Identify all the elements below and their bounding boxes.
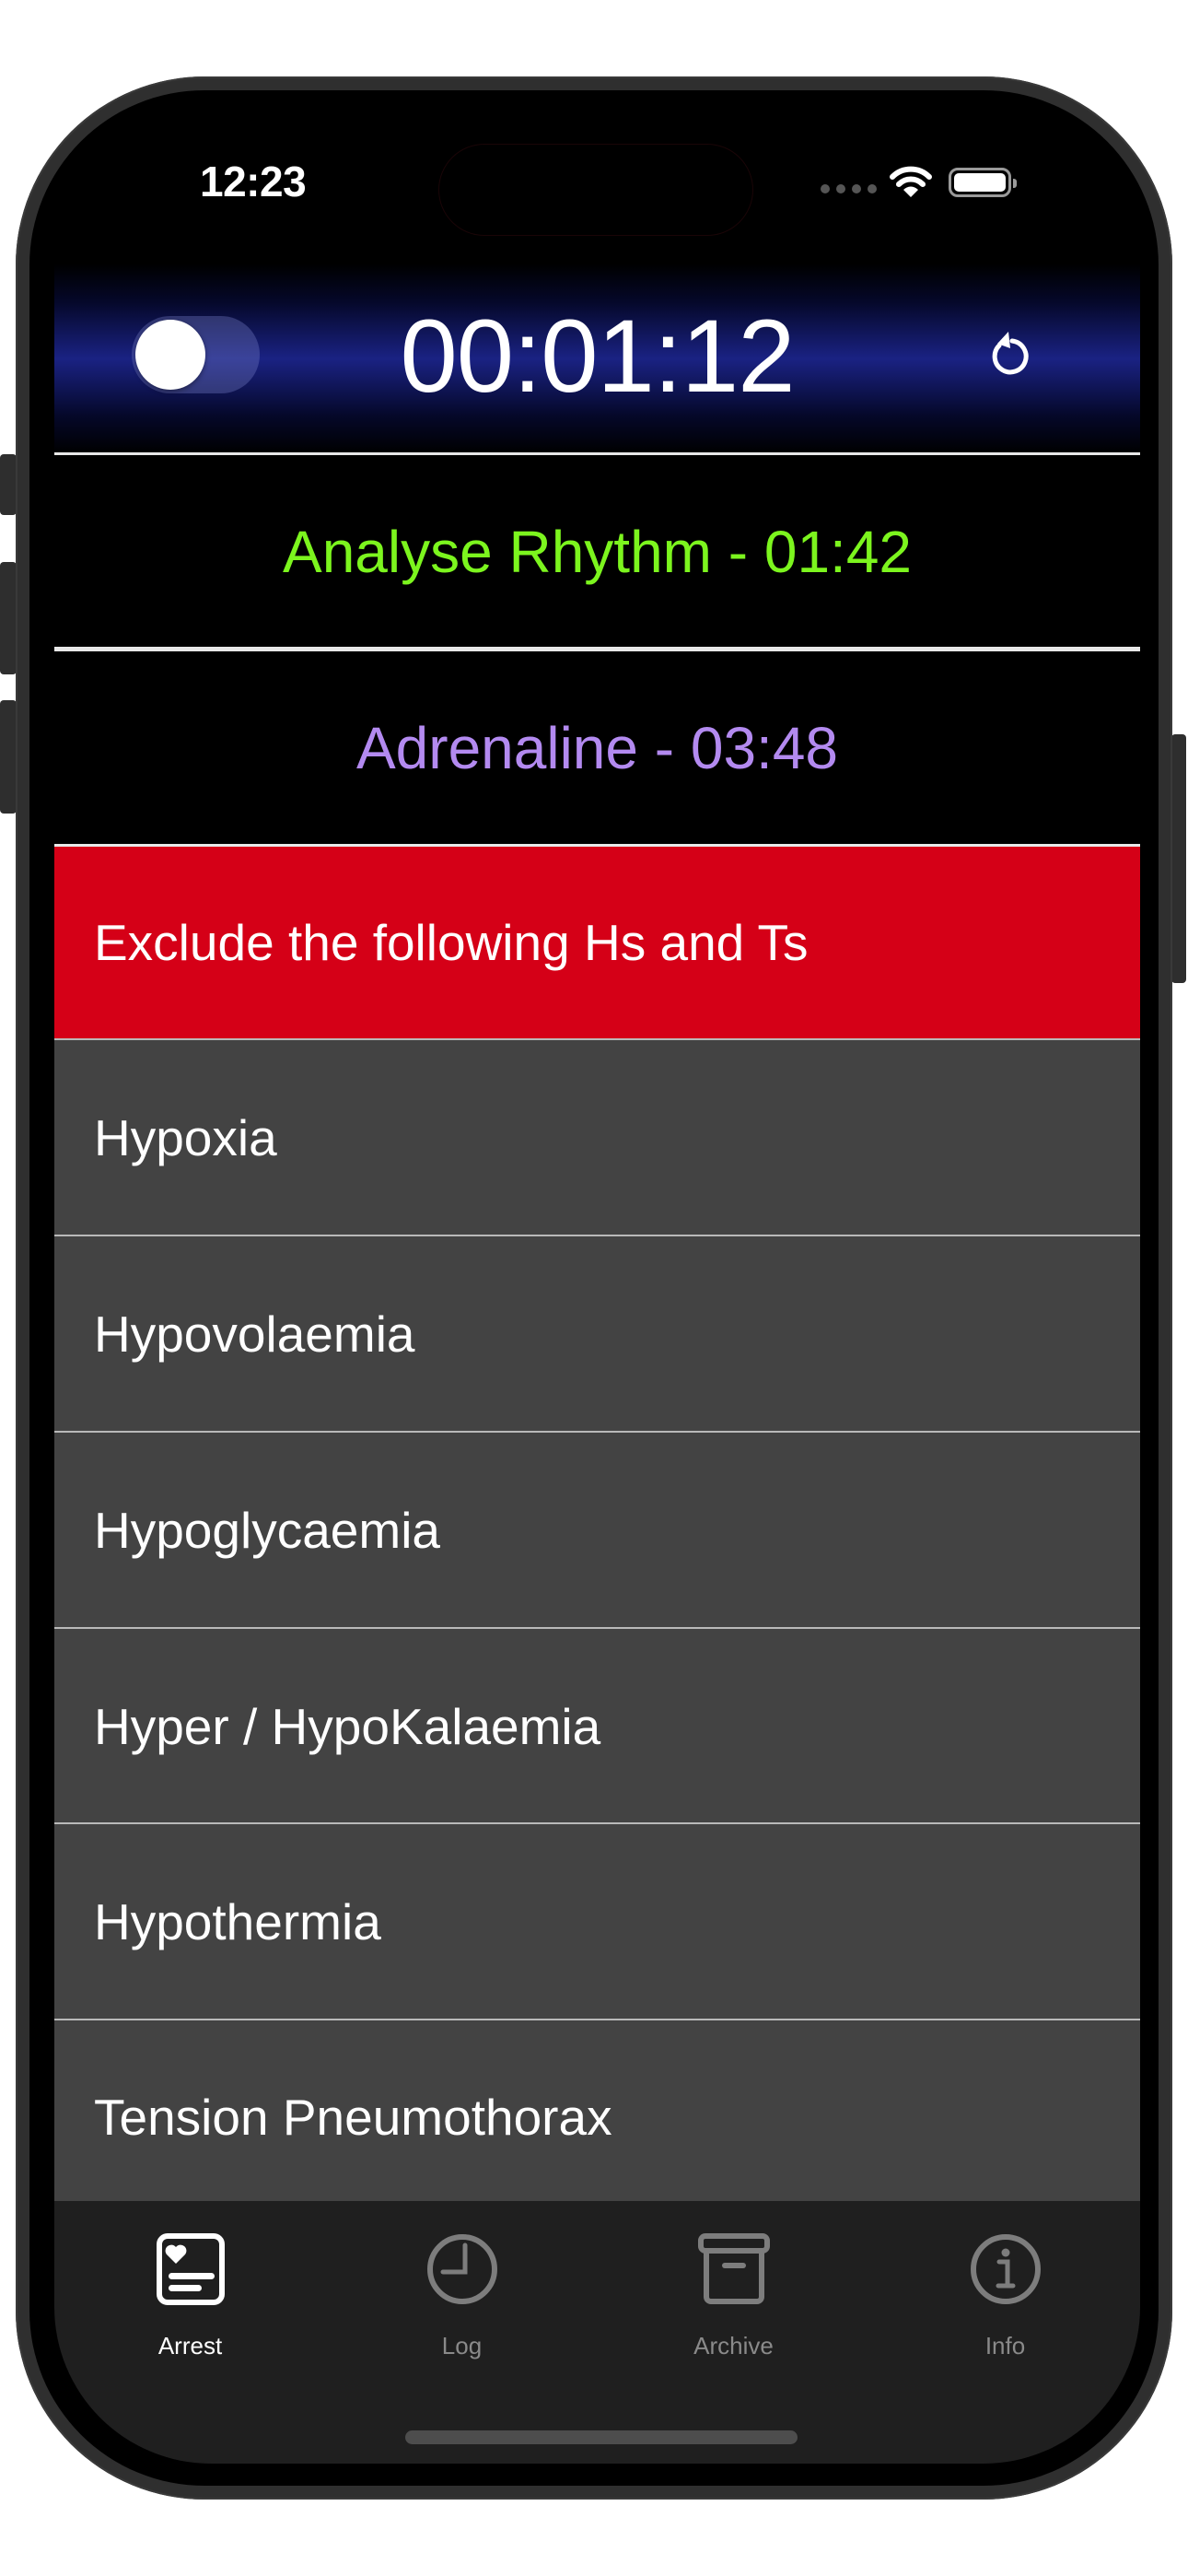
info-circle-icon [970, 2234, 1041, 2304]
list-item-hyper-hypokalaemia[interactable]: Hyper / HypoKalaemia [54, 1629, 1140, 1823]
battery-full-icon [949, 168, 1017, 197]
tab-archive[interactable]: Archive [598, 2201, 869, 2385]
hs-ts-header-label: Exclude the following Hs and Ts [94, 914, 809, 971]
volume-up-button [0, 562, 17, 674]
reset-button[interactable] [972, 320, 1045, 393]
archive-box-icon [697, 2233, 770, 2304]
tab-label: Arrest [157, 2332, 223, 2359]
wifi-icon [890, 166, 932, 197]
analyse-rhythm-countdown: Analyse Rhythm - 01:42 [54, 455, 1140, 649]
list-item-label: Hypoglycaemia [94, 1501, 441, 1559]
tab-label: Info [984, 2332, 1026, 2359]
list-item-hypovolaemia[interactable]: Hypovolaemia [54, 1236, 1140, 1431]
list-item-hypoglycaemia[interactable]: Hypoglycaemia [54, 1433, 1140, 1627]
analyse-rhythm-text: Analyse Rhythm - 01:42 [283, 519, 912, 585]
adrenaline-countdown: Adrenaline - 03:48 [54, 651, 1140, 845]
reset-arrow-icon [992, 332, 1029, 375]
list-item-label: Hypoxia [94, 1108, 277, 1166]
home-indicator[interactable] [405, 2430, 798, 2444]
list-item-hypoxia[interactable]: Hypoxia [54, 1040, 1140, 1235]
heart-card-icon [156, 2233, 225, 2305]
list-item-hypothermia[interactable]: Hypothermia [54, 1824, 1140, 2019]
list-item-label: Hyper / HypoKalaemia [94, 1697, 601, 1755]
list-item-label: Hypovolaemia [94, 1305, 415, 1363]
list-item-label: Hypothermia [94, 1892, 381, 1950]
tab-label: Archive [693, 2332, 774, 2359]
status-time: 12:23 [200, 158, 307, 205]
list-item-label: Tension Pneumothorax [94, 2089, 612, 2146]
screen: 12:23 00:01:12 Analyse Rhythm - 01:42 Ad… [54, 92, 1140, 2464]
adrenaline-text: Adrenaline - 03:48 [355, 715, 839, 781]
timer-header: 00:01:12 [54, 264, 1140, 453]
dynamic-island [439, 145, 752, 235]
power-button [1171, 734, 1186, 983]
tab-log[interactable]: Log [326, 2201, 598, 2385]
tab-arrest[interactable]: Arrest [54, 2201, 326, 2385]
cellular-signal-dots-icon [821, 184, 877, 193]
action-button [0, 454, 17, 515]
tab-info[interactable]: Info [869, 2201, 1140, 2385]
tab-label: Log [441, 2332, 483, 2359]
status-icons [821, 164, 1017, 201]
tab-bar: Arrest Log Archive Info [54, 2201, 1140, 2464]
list-item-tension-pneumothorax[interactable]: Tension Pneumothorax [54, 2020, 1140, 2201]
volume-down-button [0, 700, 17, 814]
hs-ts-header-row: Exclude the following Hs and Ts [54, 847, 1140, 1038]
clock-icon [426, 2234, 497, 2304]
